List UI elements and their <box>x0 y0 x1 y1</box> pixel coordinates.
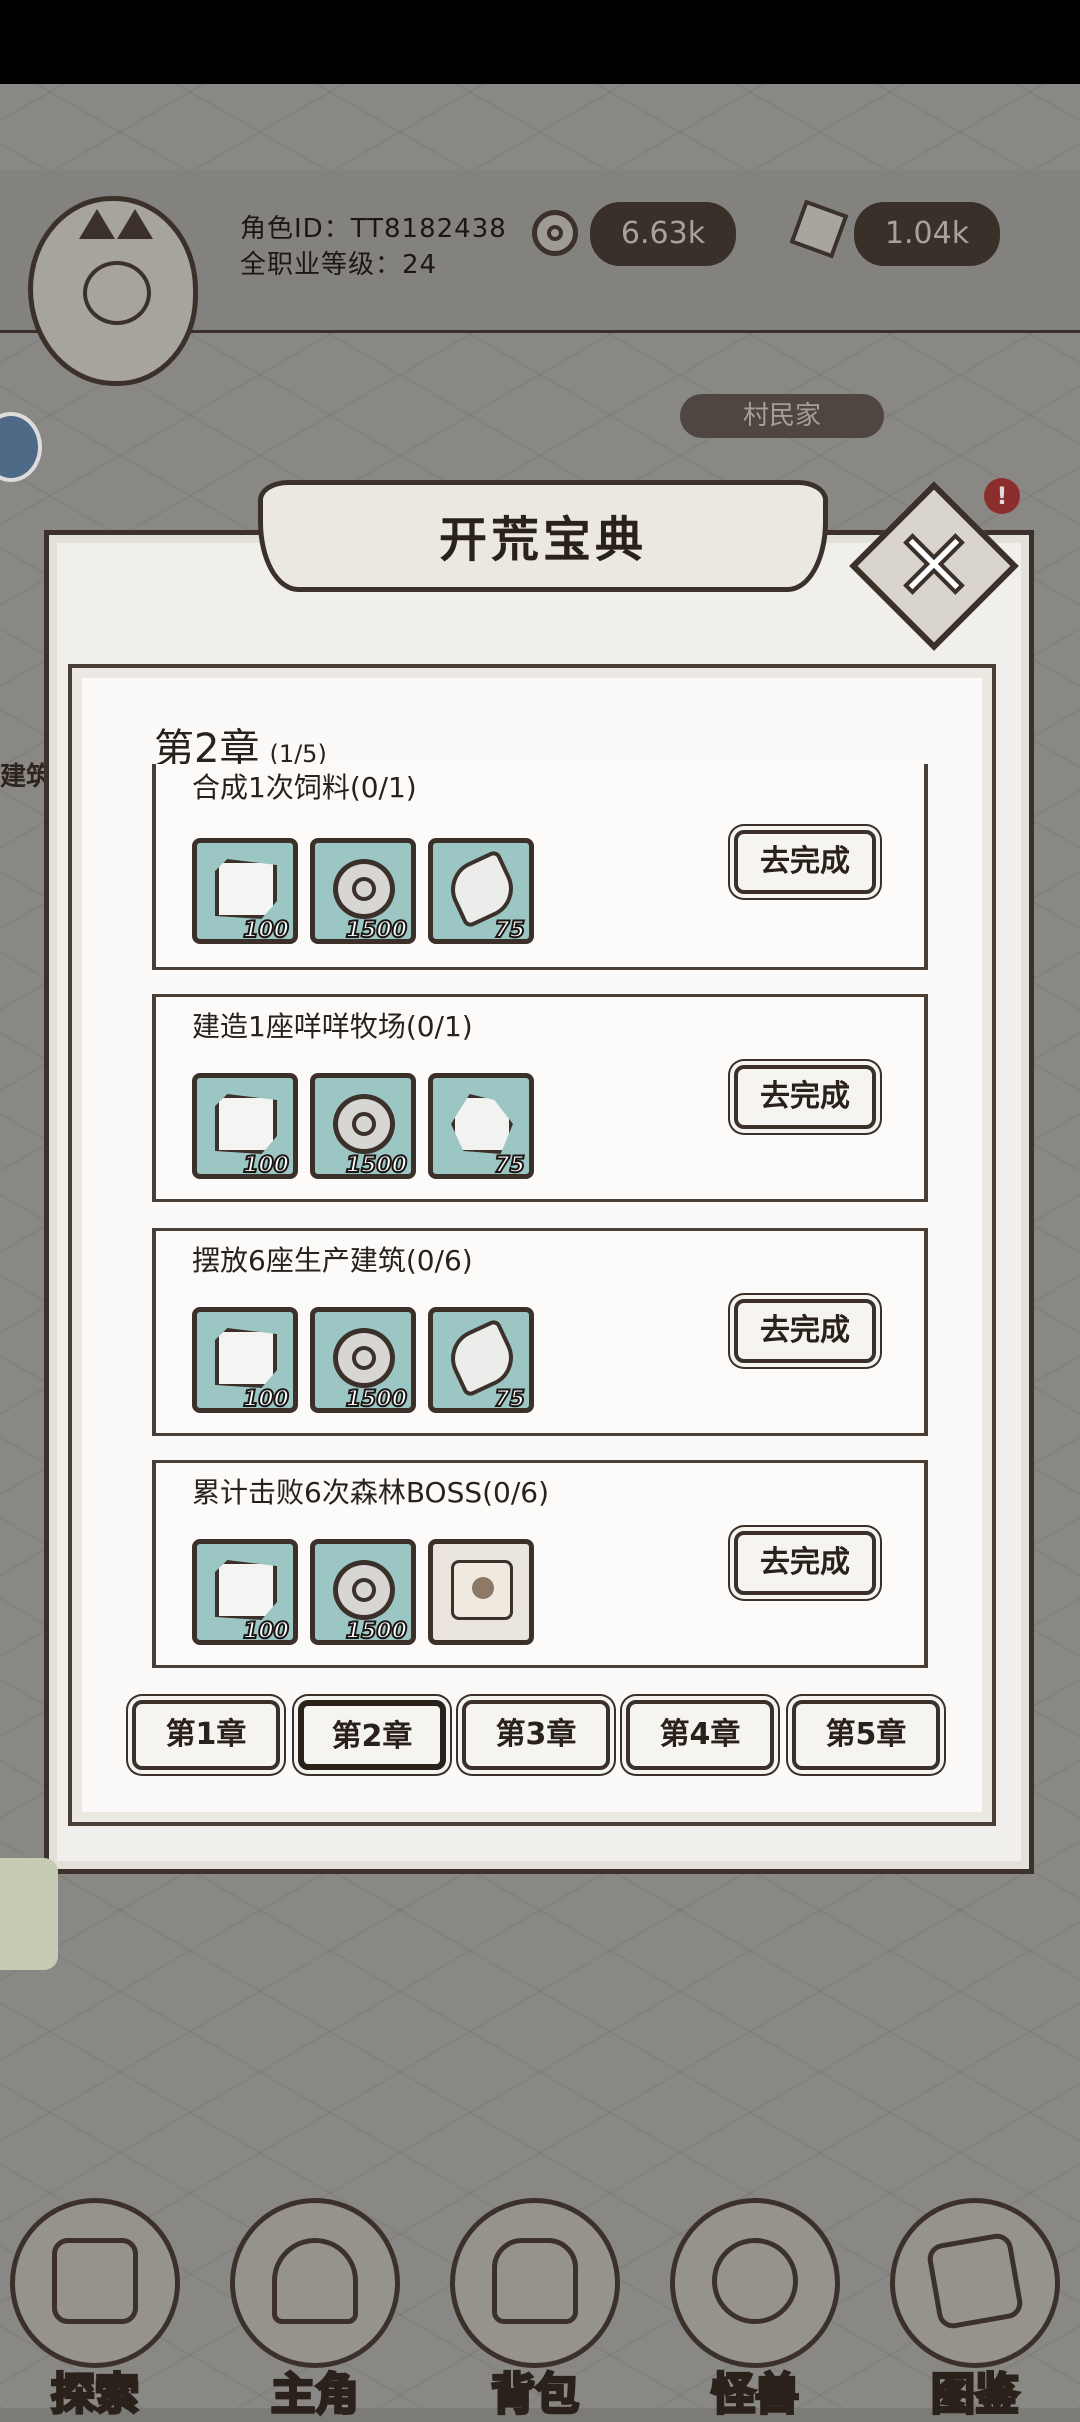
reward-gem[interactable]: 100 <box>192 1307 298 1413</box>
map-icon <box>52 2238 138 2324</box>
reward-count: 100 <box>242 1386 290 1413</box>
nav-label: 主角 <box>270 2368 361 2422</box>
reward-gem[interactable]: 100 <box>192 1073 298 1179</box>
stone-amount[interactable]: 1.04k <box>854 202 1000 266</box>
reward-log[interactable]: 75 <box>428 838 534 944</box>
nav-label: 探索 <box>50 2368 141 2422</box>
nav-hero[interactable]: 主角 <box>220 2168 410 2422</box>
boss-portrait-icon <box>451 1560 513 1620</box>
reward-ore[interactable]: 75 <box>428 1073 534 1179</box>
gem-icon <box>215 1094 277 1154</box>
gem-icon <box>215 1560 277 1620</box>
tab-chapter-3[interactable]: 第3章 <box>462 1700 610 1770</box>
reward-boss-portrait[interactable] <box>428 1539 534 1645</box>
go-complete-button[interactable]: 去完成 <box>734 1531 876 1595</box>
gem-icon <box>215 859 277 919</box>
nav-codex[interactable]: 图鉴 <box>880 2168 1070 2422</box>
close-icon[interactable]: ✕ <box>874 506 994 626</box>
reward-coin[interactable]: 1500 <box>310 1539 416 1645</box>
reward-count: 75 <box>493 1152 526 1179</box>
village-house-label[interactable]: 村民家 <box>680 394 884 438</box>
task-card: 合成1次饲料(0/1) 100 1500 75 去完成 <box>152 764 928 970</box>
monster-eye-icon <box>712 2238 798 2324</box>
avatar-face-icon <box>83 261 151 325</box>
tab-chapter-2[interactable]: 第2章 <box>298 1700 446 1770</box>
go-complete-button[interactable]: 去完成 <box>734 1299 876 1363</box>
reward-gem[interactable]: 100 <box>192 1539 298 1645</box>
task-name: 摆放6座生产建筑(0/6) <box>192 1244 473 1277</box>
plant-icon[interactable] <box>0 1858 58 1970</box>
player-avatar[interactable] <box>28 196 198 386</box>
reward-coin[interactable]: 1500 <box>310 1073 416 1179</box>
player-id: 角色ID：TT8182438 <box>240 214 507 244</box>
nav-label: 背包 <box>490 2368 581 2422</box>
reward-count: 1500 <box>345 1618 408 1645</box>
status-bar <box>0 0 1080 84</box>
bottom-nav: 探索 主角 背包 怪兽 图鉴 <box>0 2148 1080 2422</box>
tab-chapter-5[interactable]: 第5章 <box>792 1700 940 1770</box>
coin-icon <box>333 859 395 919</box>
task-name: 合成1次饲料(0/1) <box>192 771 417 804</box>
nav-monster[interactable]: 怪兽 <box>660 2168 850 2422</box>
coin-amount[interactable]: 6.63k <box>590 202 736 266</box>
coin-icon <box>532 210 578 256</box>
go-complete-button[interactable]: 去完成 <box>734 1065 876 1129</box>
reward-log[interactable]: 75 <box>428 1307 534 1413</box>
tab-chapter-1[interactable]: 第1章 <box>132 1700 280 1770</box>
book-icon <box>925 2231 1025 2331</box>
reward-count: 100 <box>242 917 290 944</box>
task-name: 建造1座咩咩牧场(0/1) <box>192 1010 473 1043</box>
ore-icon <box>451 1094 513 1154</box>
task-card: 累计击败6次森林BOSS(0/6) 100 1500 去完成 <box>152 1460 928 1668</box>
go-complete-button[interactable]: 去完成 <box>734 830 876 894</box>
helmet-icon <box>272 2238 358 2324</box>
tab-chapter-4[interactable]: 第4章 <box>626 1700 774 1770</box>
reward-count: 75 <box>493 917 526 944</box>
reward-count: 100 <box>242 1152 290 1179</box>
reward-coin[interactable]: 1500 <box>310 838 416 944</box>
coin-icon <box>333 1328 395 1388</box>
reward-count: 100 <box>242 1618 290 1645</box>
gem-icon <box>215 1328 277 1388</box>
reward-count: 1500 <box>345 1152 408 1179</box>
coin-icon <box>333 1094 395 1154</box>
nav-label: 图鉴 <box>930 2368 1021 2422</box>
avatar-ear-icon <box>117 209 153 239</box>
backpack-icon <box>492 2238 578 2324</box>
coin-icon <box>333 1560 395 1620</box>
reward-gem[interactable]: 100 <box>192 838 298 944</box>
reward-coin[interactable]: 1500 <box>310 1307 416 1413</box>
reward-count: 1500 <box>345 917 408 944</box>
reward-count: 75 <box>493 1386 526 1413</box>
reward-count: 1500 <box>345 1386 408 1413</box>
dialog-title: 开荒宝典 <box>438 512 647 568</box>
nav-explore[interactable]: 探索 <box>0 2168 190 2422</box>
avatar-ear-icon <box>79 209 115 239</box>
task-card: 建造1座咩咩牧场(0/1) 100 1500 75 去完成 <box>152 994 928 1202</box>
nav-backpack[interactable]: 背包 <box>440 2168 630 2422</box>
player-level: 全职业等级：24 <box>240 250 438 280</box>
task-name: 累计击败6次森林BOSS(0/6) <box>192 1476 550 1509</box>
nav-label: 怪兽 <box>710 2368 801 2422</box>
task-card: 摆放6座生产建筑(0/6) 100 1500 75 去完成 <box>152 1228 928 1436</box>
